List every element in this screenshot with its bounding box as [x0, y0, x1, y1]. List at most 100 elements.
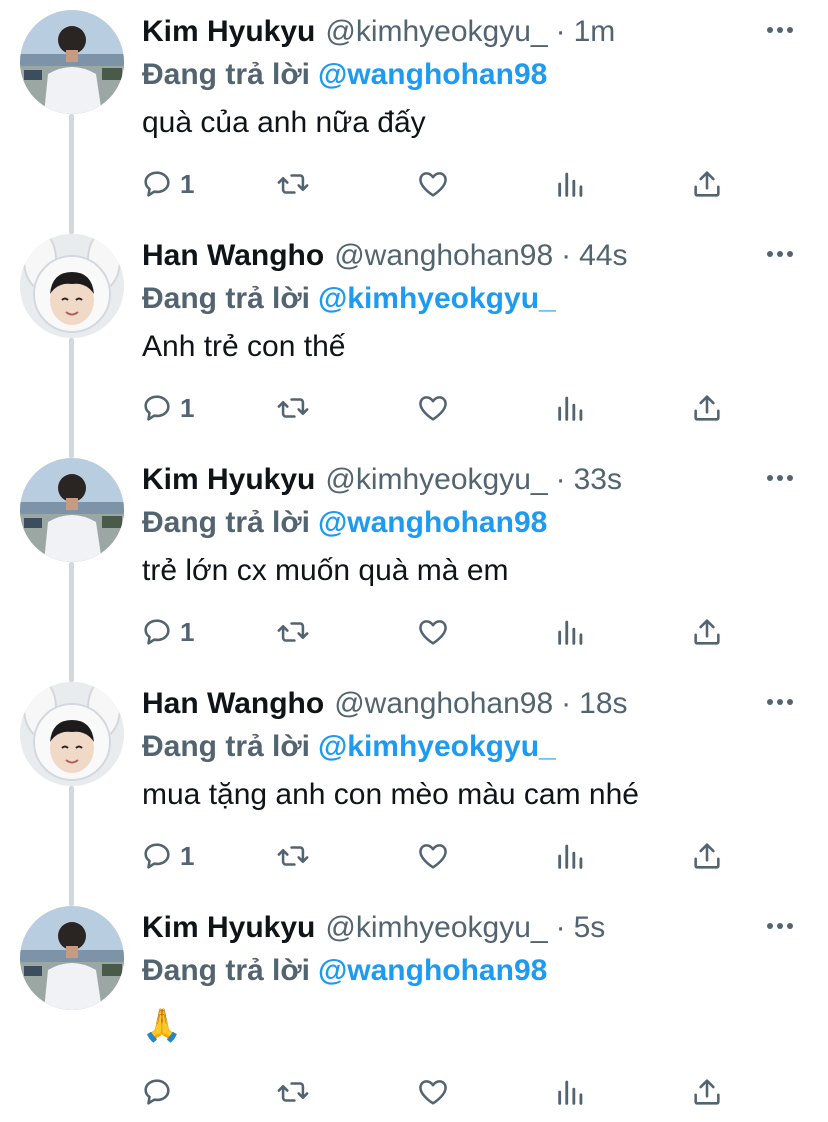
reply-mention-link[interactable]: @kimhyeokgyu_	[318, 730, 556, 763]
reply-button[interactable]: 1	[140, 384, 194, 432]
reply-count: 1	[180, 392, 195, 423]
views-bars-icon	[558, 1080, 583, 1105]
author-name[interactable]: Han Wangho	[142, 239, 324, 273]
views-button[interactable]	[554, 1068, 588, 1116]
author-handle[interactable]: @kimhyeokgyu_	[325, 15, 547, 49]
separator-dot: ·	[561, 239, 572, 272]
reply-mention-link[interactable]: @wanghohan98	[318, 58, 547, 91]
reply-button[interactable]	[140, 1068, 180, 1116]
author-name[interactable]: Kim Hyukyu	[142, 463, 315, 497]
tweet-text: trẻ lớn cx muốn quà mà em	[142, 554, 509, 587]
reply-button[interactable]: 1	[140, 608, 194, 656]
author-handle[interactable]: @kimhyeokgyu_	[325, 463, 547, 497]
views-button[interactable]	[554, 384, 588, 432]
more-dots-icon[interactable]	[762, 236, 798, 272]
views-button[interactable]	[554, 832, 588, 880]
tweet[interactable]: Kim Hyukyu @kimhyeokgyu_ · 33s Đang trả …	[0, 448, 828, 672]
reply-count: 1	[180, 168, 195, 199]
retweet-icon	[277, 398, 309, 418]
tweet-header: Han Wangho @wanghohan98 · 44s	[142, 234, 758, 278]
like-button[interactable]	[416, 384, 450, 432]
replying-to-label: Đang trả lời	[142, 954, 311, 987]
share-button[interactable]	[690, 608, 724, 656]
reply-bubble-icon	[144, 395, 170, 421]
replying-to-label: Đang trả lời	[142, 730, 311, 763]
tweet[interactable]: Han Wangho @wanghohan98 · 44s Đang trả l…	[0, 224, 828, 448]
reply-button[interactable]: 1	[140, 160, 194, 208]
reply-bubble-icon	[144, 619, 170, 645]
share-button[interactable]	[690, 160, 724, 208]
timestamp[interactable]: 5s	[574, 911, 606, 945]
more-dots-icon[interactable]	[762, 12, 798, 48]
author-handle[interactable]: @kimhyeokgyu_	[325, 911, 547, 945]
heart-icon	[419, 620, 447, 645]
views-bars-icon	[558, 844, 583, 869]
timestamp[interactable]: 1m	[574, 15, 616, 49]
separator-dot: ·	[561, 687, 572, 720]
tweet-header: Kim Hyukyu @kimhyeokgyu_ · 33s	[142, 458, 758, 502]
more-dots-icon[interactable]	[762, 684, 798, 720]
like-button[interactable]	[416, 832, 450, 880]
reply-button[interactable]: 1	[140, 832, 194, 880]
author-name[interactable]: Kim Hyukyu	[142, 15, 315, 49]
retweet-button[interactable]	[276, 160, 310, 208]
retweet-icon	[277, 174, 309, 194]
more-dots-icon[interactable]	[762, 460, 798, 496]
retweet-icon	[277, 1082, 309, 1102]
avatar-beach-portrait[interactable]	[20, 10, 124, 114]
tweet[interactable]: Kim Hyukyu @kimhyeokgyu_ · 1m Đang trả l…	[0, 0, 828, 224]
author-handle[interactable]: @wanghohan98	[334, 687, 553, 721]
avatar-beach-portrait[interactable]	[20, 458, 124, 562]
author-name[interactable]: Kim Hyukyu	[142, 911, 315, 945]
share-button[interactable]	[690, 1068, 724, 1116]
tweet[interactable]: Han Wangho @wanghohan98 · 18s Đang trả l…	[0, 672, 828, 896]
timestamp[interactable]: 33s	[574, 463, 622, 497]
share-icon	[694, 395, 720, 421]
like-button[interactable]	[416, 1068, 450, 1116]
share-icon	[694, 1079, 720, 1105]
replying-to: Đang trả lời @wanghohan98	[142, 954, 547, 988]
views-button[interactable]	[554, 160, 588, 208]
share-button[interactable]	[690, 384, 724, 432]
separator-dot: ·	[555, 463, 566, 496]
avatar-bunny-hood[interactable]	[20, 682, 124, 786]
share-icon	[694, 619, 720, 645]
tweet[interactable]: Kim Hyukyu @kimhyeokgyu_ · 5s Đang trả l…	[0, 896, 828, 1120]
tweet-actions: 1	[140, 160, 740, 208]
share-icon	[694, 843, 720, 869]
share-button[interactable]	[690, 832, 724, 880]
retweet-button[interactable]	[276, 1068, 310, 1116]
tweet-actions: 1	[140, 832, 740, 880]
views-bars-icon	[558, 172, 583, 197]
timestamp[interactable]: 44s	[579, 239, 627, 273]
replying-to-label: Đang trả lời	[142, 506, 311, 539]
views-button[interactable]	[554, 608, 588, 656]
like-button[interactable]	[416, 160, 450, 208]
heart-icon	[419, 1080, 447, 1105]
retweet-button[interactable]	[276, 832, 310, 880]
reply-count: 1	[180, 616, 195, 647]
like-button[interactable]	[416, 608, 450, 656]
reply-mention-link[interactable]: @kimhyeokgyu_	[318, 282, 556, 315]
author-handle[interactable]: @wanghohan98	[334, 239, 553, 273]
timestamp[interactable]: 18s	[579, 687, 627, 721]
replying-to: Đang trả lời @wanghohan98	[142, 506, 547, 540]
avatar-beach-portrait[interactable]	[20, 906, 124, 1010]
tweet-thread: Kim Hyukyu @kimhyeokgyu_ · 1m Đang trả l…	[0, 0, 828, 1122]
reply-count: 1	[180, 840, 195, 871]
retweet-button[interactable]	[276, 384, 310, 432]
retweet-button[interactable]	[276, 608, 310, 656]
avatar-bunny-hood[interactable]	[20, 234, 124, 338]
separator-dot: ·	[555, 911, 566, 944]
reply-mention-link[interactable]: @wanghohan98	[318, 506, 547, 539]
views-bars-icon	[558, 396, 583, 421]
replying-to-label: Đang trả lời	[142, 58, 311, 91]
replying-to: Đang trả lời @kimhyeokgyu_	[142, 730, 556, 764]
tweet-header: Kim Hyukyu @kimhyeokgyu_ · 1m	[142, 10, 758, 54]
retweet-icon	[277, 622, 309, 642]
author-name[interactable]: Han Wangho	[142, 687, 324, 721]
heart-icon	[419, 844, 447, 869]
replying-to-label: Đang trả lời	[142, 282, 311, 315]
reply-mention-link[interactable]: @wanghohan98	[318, 954, 547, 987]
more-dots-icon[interactable]	[762, 908, 798, 944]
